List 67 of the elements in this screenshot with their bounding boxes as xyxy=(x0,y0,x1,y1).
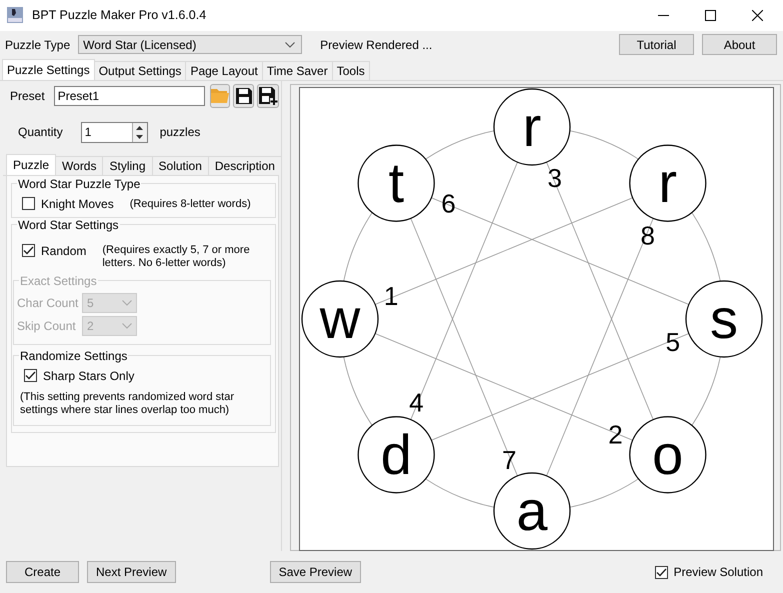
action-button[interactable]: Save Preview xyxy=(270,561,362,584)
field-label: Char Count xyxy=(17,296,80,310)
random-checkbox[interactable] xyxy=(22,244,35,257)
puzzle-type-label: Puzzle Type xyxy=(5,38,70,52)
group-title: Exact Settings xyxy=(19,274,98,288)
node-letter: a xyxy=(516,478,548,542)
order-number: 6 xyxy=(441,188,456,218)
toolbar-button[interactable]: Tutorial xyxy=(619,34,694,56)
checkbox-label: Preview Solution xyxy=(674,565,763,580)
maximize-icon[interactable] xyxy=(705,10,716,21)
close-icon[interactable] xyxy=(752,10,763,21)
order-number: 8 xyxy=(640,220,655,250)
group-title: Word Star Puzzle Type xyxy=(17,176,142,191)
checkbox-label: Sharp Stars Only xyxy=(43,368,134,383)
order-number: 1 xyxy=(384,281,398,312)
order-number: 7 xyxy=(502,444,516,475)
note-text: (Requires 8-letter words) xyxy=(130,198,251,210)
note-text: (This setting prevents randomized word star settings where star lines overlap too much) xyxy=(20,390,235,417)
node-letter: r xyxy=(658,151,678,214)
checkbox-label: Random xyxy=(41,244,86,258)
folder-icon xyxy=(211,88,230,104)
action-button[interactable]: Next Preview xyxy=(87,561,176,584)
node-letter: o xyxy=(652,422,684,486)
tab[interactable]: Puzzle Settings xyxy=(2,58,95,80)
window-title: BPT Puzzle Maker Pro v1.6.0.4 xyxy=(32,8,206,22)
field-label: Skip Count xyxy=(17,318,77,333)
quantity-label: Quantity xyxy=(18,125,63,140)
toolbar-button[interactable]: About xyxy=(702,34,777,56)
tab[interactable]: Output Settings xyxy=(94,60,186,80)
chevron-down-icon xyxy=(285,42,296,48)
minimize-icon[interactable] xyxy=(658,14,669,16)
chevron-down-icon xyxy=(122,322,132,329)
tab[interactable]: Page Layout xyxy=(185,60,263,80)
node-letter: r xyxy=(522,94,542,158)
node-letter: w xyxy=(320,286,360,350)
order-number: 2 xyxy=(608,420,623,450)
note-text: (Requires exactly 5, 7 or more letters. No 6-letter words) xyxy=(102,244,251,270)
preset-field[interactable]: Preset1 xyxy=(54,86,205,106)
node-letter: t xyxy=(388,151,404,214)
app-logo-icon xyxy=(7,7,23,24)
node-letter: s xyxy=(710,286,738,350)
puzzle-type-dropdown[interactable]: Word Star (Licensed) xyxy=(78,35,302,54)
quantity-spinner[interactable]: 1 xyxy=(80,122,148,143)
checkbox-label: Knight Moves xyxy=(41,196,114,211)
tab[interactable]: Description xyxy=(208,156,282,175)
up-arrow-icon xyxy=(136,126,144,130)
group-title: Randomize Settings xyxy=(19,348,128,363)
node-letter: d xyxy=(380,422,412,486)
preview-solution-checkbox[interactable] xyxy=(654,566,668,579)
status-text: Preview Rendered ... xyxy=(320,38,432,52)
order-number: 4 xyxy=(409,387,424,418)
quantity-unit: puzzles xyxy=(160,125,200,140)
order-number: 3 xyxy=(548,162,562,193)
chevron-down-icon xyxy=(122,300,132,306)
group-title: Word Star Settings xyxy=(17,218,120,232)
knight-moves-checkbox[interactable] xyxy=(22,197,35,210)
floppy-disk-plus-icon xyxy=(258,86,278,106)
down-arrow-icon xyxy=(136,135,144,140)
tab[interactable]: Styling xyxy=(102,156,153,175)
action-button[interactable]: Create xyxy=(6,561,79,584)
tab[interactable]: Tools xyxy=(332,60,370,80)
preset-label: Preset xyxy=(10,88,45,103)
save-as-button[interactable] xyxy=(257,84,279,108)
tab[interactable]: Puzzle xyxy=(6,154,56,175)
save-button[interactable] xyxy=(233,84,254,108)
order-number: 5 xyxy=(666,326,680,357)
sharp-stars-checkbox[interactable] xyxy=(24,369,37,382)
